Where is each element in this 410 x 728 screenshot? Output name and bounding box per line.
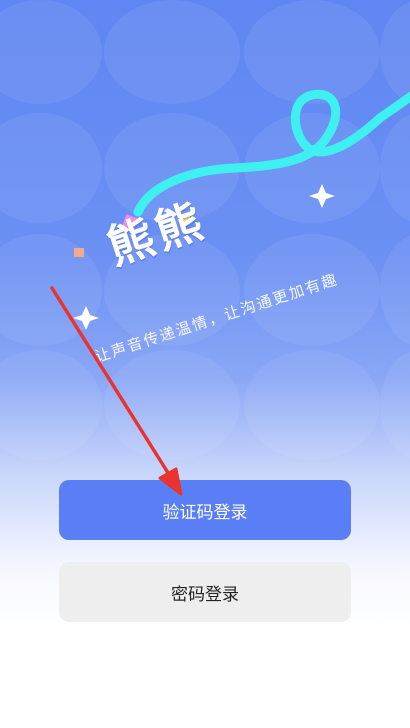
password-login-button[interactable]: 密码登录 bbox=[59, 562, 351, 622]
sms-code-login-button[interactable]: 验证码登录 bbox=[59, 480, 351, 540]
confetti-orange bbox=[74, 248, 84, 257]
login-screen: 熊熊 让声音传递温情，让沟通更加有趣 验证码登录 密码登录 bbox=[0, 0, 410, 728]
sparkle-star-right bbox=[309, 184, 335, 208]
hero-illustration bbox=[73, 89, 410, 330]
sparkle-star-left bbox=[73, 306, 99, 330]
